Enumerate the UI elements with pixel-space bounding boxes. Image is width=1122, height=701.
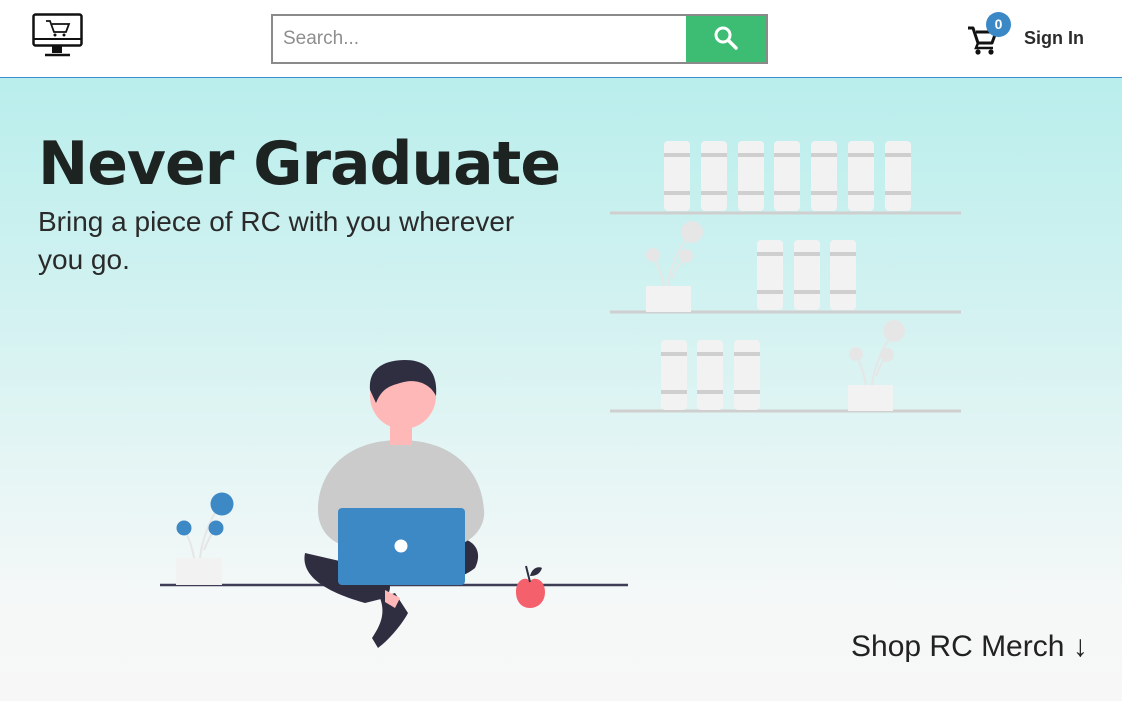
hero-title: Never Graduate (38, 129, 561, 199)
shopping-monitor-icon[interactable] (32, 13, 84, 59)
shelves-illustration (610, 141, 961, 413)
search-bar (271, 14, 768, 64)
hero-banner: Never Graduate Bring a piece of RC with … (0, 78, 1122, 701)
person-illustration (304, 360, 485, 648)
search-button[interactable] (686, 16, 766, 62)
blue-plant-illustration (176, 492, 234, 585)
cart-count-badge: 0 (986, 12, 1011, 37)
search-icon (713, 25, 739, 54)
sign-in-link[interactable]: Sign In (1024, 28, 1084, 49)
hero-subtitle: Bring a piece of RC with you wherever yo… (38, 206, 515, 275)
shop-merch-link[interactable]: Shop RC Merch ↓ (851, 630, 1088, 664)
site-header: 0 Sign In (0, 0, 1122, 78)
apple-illustration (516, 565, 545, 608)
search-input[interactable] (273, 16, 687, 62)
